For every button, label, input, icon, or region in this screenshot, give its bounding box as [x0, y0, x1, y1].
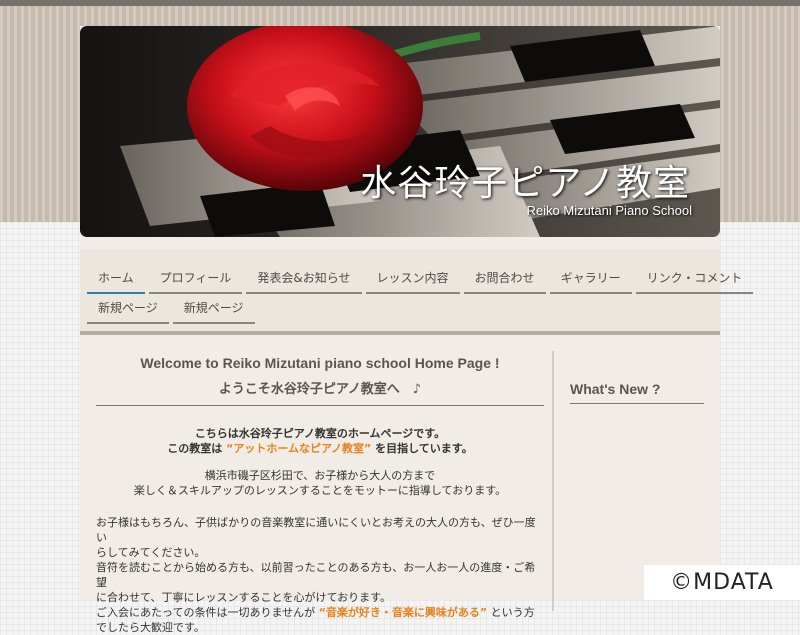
body-line-5-pre: ご入会にあたっての条件は一切ありませんが	[96, 606, 316, 619]
intro-line-2: この教室は “アットホームなピアノ教室” を目指しています。	[96, 441, 544, 456]
main-navigation: ホーム プロフィール 発表会&お知らせ レッスン内容 お問合わせ ギャラリー リ…	[80, 249, 754, 335]
nav-row-1: ホーム プロフィール 発表会&お知らせ レッスン内容 お問合わせ ギャラリー リ…	[87, 261, 757, 294]
page-container: 水谷玲子ピアノ教室 Reiko Mizutani Piano School ホー…	[80, 26, 754, 634]
address-text: 横浜市磯子区杉田で、お子様から大人の方まで 楽しく＆スキルアップのレッスンするこ…	[96, 468, 544, 498]
address-line-1: 横浜市磯子区杉田で、お子様から大人の方まで	[204, 469, 436, 482]
body-text: お子様はもちろん、子供ばかりの音楽教室に通いにくいとお考えの大人の方も、ぜひ一度…	[96, 515, 544, 635]
body-line-5: ご入会にあたっての条件は一切ありませんが “音楽が好き・音楽に興味がある” とい…	[96, 605, 544, 620]
intro-highlight: “アットホームなピアノ教室”	[226, 442, 372, 455]
main-content: Welcome to Reiko Mizutani piano school H…	[96, 351, 554, 634]
nav-item-new-page-2[interactable]: 新規ページ	[172, 291, 255, 324]
body-line-6: でしたら大歓迎です。	[96, 621, 205, 634]
body-line-4: に合わせて、丁寧にレッスンすることを心がけております。	[96, 591, 392, 604]
body-line-1: お子様はもちろん、子供ばかりの音楽教室に通いにくいとお考えの大人の方も、ぜひ一度…	[96, 516, 536, 544]
intro-line-2-pre: この教室は	[167, 442, 223, 455]
whats-new-heading: What's New ?	[570, 381, 704, 404]
site-header: 水谷玲子ピアノ教室 Reiko Mizutani Piano School	[80, 26, 720, 237]
welcome-heading-en: Welcome to Reiko Mizutani piano school H…	[140, 355, 500, 371]
nav-item-new-page-1[interactable]: 新規ページ	[87, 291, 169, 324]
intro-text: こちらは水谷玲子ピアノ教室のホームページです。 この教室は “アットホームなピア…	[96, 426, 544, 456]
nav-item-home[interactable]: ホーム	[87, 261, 145, 294]
welcome-heading-ja: ようこそ水谷玲子ピアノ教室へ ♪	[96, 378, 544, 406]
body-line-3: 音符を読むことから始める方も、以前習ったことのある方も、お一人お一人の進度・ご希…	[96, 561, 536, 589]
copyright-watermark: ©MDATA	[644, 565, 800, 600]
body-highlight: “音楽が好き・音楽に興味がある”	[318, 606, 488, 619]
top-dark-bar	[0, 0, 800, 6]
site-title: 水谷玲子ピアノ教室	[360, 163, 690, 204]
nav-item-lessons[interactable]: レッスン内容	[365, 261, 460, 294]
nav-item-recital-news[interactable]: 発表会&お知らせ	[246, 261, 362, 294]
nav-item-contact[interactable]: お問合わせ	[463, 261, 546, 294]
intro-line-1: こちらは水谷玲子ピアノ教室のホームページです。	[194, 427, 446, 440]
nav-item-links-comments[interactable]: リンク・コメント	[635, 261, 754, 294]
nav-row-2: 新規ページ 新規ページ	[87, 291, 259, 324]
nav-item-profile[interactable]: プロフィール	[148, 261, 243, 294]
site-subtitle: Reiko Mizutani Piano School	[526, 203, 692, 218]
address-line-2: 楽しく＆スキルアップのレッスンすることをモットーに指導しております。	[133, 484, 507, 497]
sidebar: What's New ?	[570, 381, 704, 404]
body-line-5-post: という方	[490, 606, 535, 619]
body-line-2: らしてみてください。	[96, 546, 206, 559]
nav-item-gallery[interactable]: ギャラリー	[549, 261, 632, 294]
intro-line-2-post: を目指しています。	[375, 442, 473, 455]
